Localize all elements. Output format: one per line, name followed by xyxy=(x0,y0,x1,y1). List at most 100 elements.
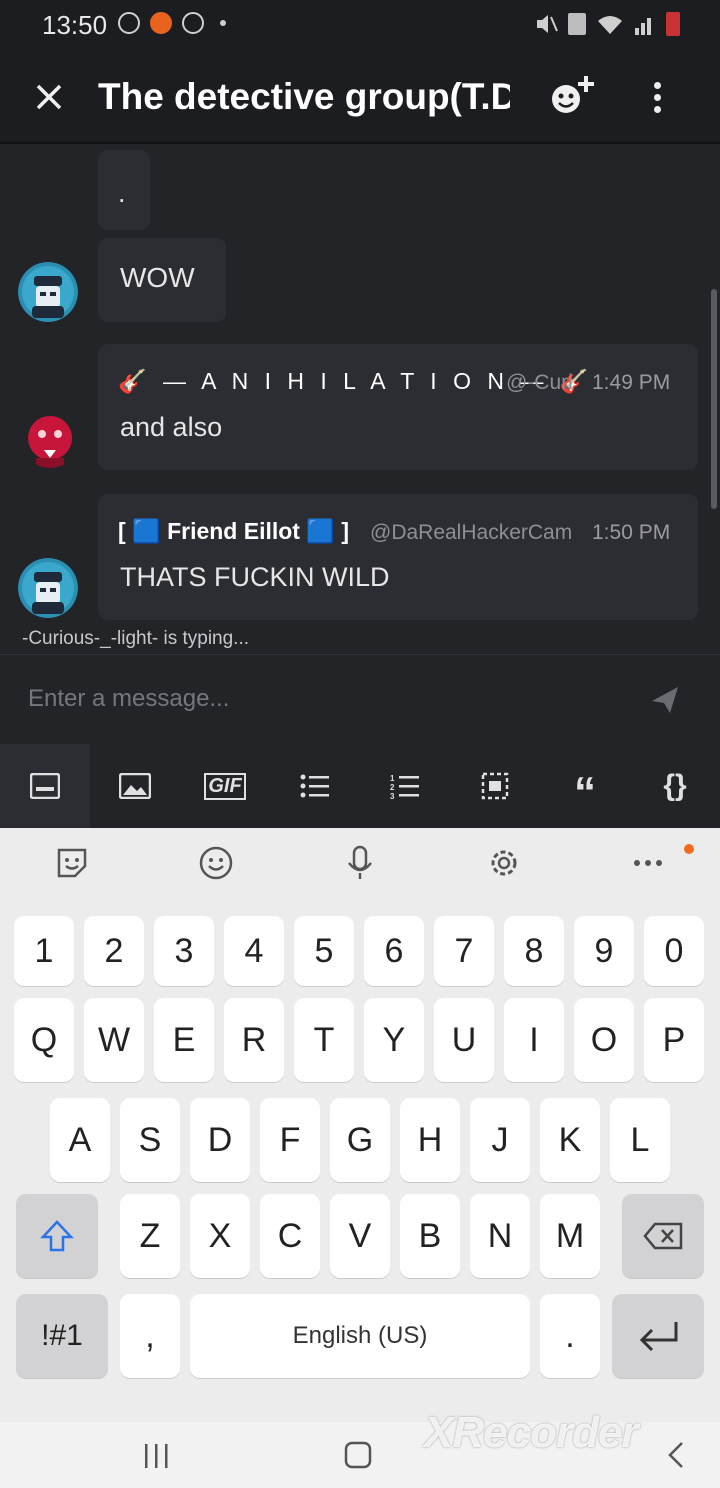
key-v[interactable]: V xyxy=(330,1194,390,1278)
key-4[interactable]: 4 xyxy=(224,916,284,986)
period-key[interactable]: . xyxy=(540,1294,600,1378)
more-dot-icon xyxy=(653,82,661,89)
keyboard-emoji-button[interactable] xyxy=(144,828,288,898)
message-bubble[interactable]: 🎸 — A N I H I L A T I O N — 🎸 @-Curi 1:4… xyxy=(98,344,698,470)
close-button[interactable] xyxy=(32,76,66,116)
svg-text:3: 3 xyxy=(390,792,395,799)
key-g[interactable]: G xyxy=(330,1098,390,1182)
message-text: and also xyxy=(120,412,223,442)
gear-icon xyxy=(491,850,517,876)
key-x[interactable]: X xyxy=(190,1194,250,1278)
key-n[interactable]: N xyxy=(470,1194,530,1278)
key-d[interactable]: D xyxy=(190,1098,250,1182)
key-h[interactable]: H xyxy=(400,1098,460,1182)
message-text: WOW xyxy=(120,262,195,293)
toolbar-quote-button[interactable]: “ xyxy=(540,744,630,828)
avatar[interactable] xyxy=(22,412,78,468)
formatting-toolbar: GIF 123 “ {} xyxy=(0,744,720,828)
quote-icon: “ xyxy=(574,768,596,817)
key-0[interactable]: 0 xyxy=(644,916,704,986)
key-i[interactable]: I xyxy=(504,998,564,1082)
sync-icon xyxy=(118,12,140,34)
keyboard-toolbar xyxy=(0,828,720,898)
key-2[interactable]: 2 xyxy=(84,916,144,986)
key-f[interactable]: F xyxy=(260,1098,320,1182)
home-icon[interactable] xyxy=(343,1440,373,1470)
keyboard-settings-button[interactable] xyxy=(432,828,576,898)
key-t[interactable]: T xyxy=(294,998,354,1082)
message-bubble[interactable]: WOW xyxy=(98,238,226,322)
key-8[interactable]: 8 xyxy=(504,916,564,986)
toolbar-code-button[interactable]: {} xyxy=(630,744,720,828)
key-1[interactable]: 1 xyxy=(14,916,74,986)
key-q[interactable]: Q xyxy=(14,998,74,1082)
more-horizontal-icon xyxy=(634,860,662,866)
numbered-list-icon: 123 xyxy=(390,774,419,799)
message-input[interactable]: Enter a message... xyxy=(28,682,628,716)
recorder-watermark: XRecorder xyxy=(424,1408,639,1457)
key-5[interactable]: 5 xyxy=(294,916,354,986)
avatar-red-monster-icon xyxy=(22,412,78,468)
typing-indicator: -Curious-_-light- is typing... xyxy=(22,628,250,649)
avatar[interactable] xyxy=(18,262,78,322)
key-c[interactable]: C xyxy=(260,1194,320,1278)
message-handle: @DaRealHackerCam xyxy=(370,521,573,544)
scrollbar[interactable] xyxy=(711,289,717,509)
toolbar-image-button[interactable] xyxy=(90,744,180,828)
notification-badge xyxy=(684,844,694,854)
more-options-button[interactable] xyxy=(642,78,672,118)
back-icon[interactable] xyxy=(666,1440,686,1470)
key-j[interactable]: J xyxy=(470,1098,530,1182)
image-icon xyxy=(119,773,151,799)
key-e[interactable]: E xyxy=(154,998,214,1082)
symbols-key[interactable]: !#1 xyxy=(16,1294,108,1378)
key-l[interactable]: L xyxy=(610,1098,670,1182)
key-b[interactable]: B xyxy=(400,1194,460,1278)
send-button[interactable] xyxy=(648,683,682,717)
key-s[interactable]: S xyxy=(120,1098,180,1182)
code-icon: {} xyxy=(663,769,687,802)
toolbar-gif-button[interactable]: GIF xyxy=(180,744,270,828)
enter-icon xyxy=(639,1322,678,1352)
message-bubble[interactable]: . xyxy=(98,150,150,230)
shift-key[interactable] xyxy=(16,1194,98,1278)
add-member-button[interactable] xyxy=(548,72,602,122)
key-3[interactable]: 3 xyxy=(154,916,214,986)
key-a[interactable]: A xyxy=(50,1098,110,1182)
comma-key[interactable]: , xyxy=(120,1294,180,1378)
toolbar-spoiler-button[interactable] xyxy=(450,744,540,828)
toolbar-bullet-list-button[interactable] xyxy=(270,744,360,828)
keyboard-sticker-button[interactable] xyxy=(0,828,144,898)
message-text: THATS FUCKIN WILD xyxy=(120,562,390,592)
message-list[interactable]: . WOW 🎸 — A N I H I L A T I O N — 🎸 @-Cu… xyxy=(0,144,720,654)
key-w[interactable]: W xyxy=(84,998,144,1082)
key-k[interactable]: K xyxy=(540,1098,600,1182)
backspace-key[interactable] xyxy=(622,1194,704,1278)
key-p[interactable]: P xyxy=(644,998,704,1082)
key-o[interactable]: O xyxy=(574,998,634,1082)
key-m[interactable]: M xyxy=(540,1194,600,1278)
key-7[interactable]: 7 xyxy=(434,916,494,986)
close-icon xyxy=(36,84,62,110)
key-z[interactable]: Z xyxy=(120,1194,180,1278)
svg-text:1: 1 xyxy=(390,774,395,783)
key-6[interactable]: 6 xyxy=(364,916,424,986)
chat-header: The detective group(T.D xyxy=(0,52,720,144)
message-timestamp: 1:49 PM xyxy=(592,371,671,394)
toolbar-sticker-button[interactable] xyxy=(0,744,90,828)
message-timestamp: 1:50 PM xyxy=(592,521,671,544)
key-u[interactable]: U xyxy=(434,998,494,1082)
message-bubble[interactable]: [ 🟦 Friend Eillot 🟦 ] @DaRealHackerCam 1… xyxy=(98,494,698,620)
enter-key[interactable] xyxy=(612,1294,704,1378)
space-key[interactable]: English (US) xyxy=(190,1294,530,1378)
key-y[interactable]: Y xyxy=(364,998,424,1082)
keyboard: 1 2 3 4 5 6 7 8 9 0 Q W E R T Y U I O P … xyxy=(0,828,720,1422)
avatar[interactable] xyxy=(18,558,78,618)
recent-apps-icon[interactable] xyxy=(142,1442,172,1470)
toolbar-numbered-list-button[interactable]: 123 xyxy=(360,744,450,828)
keyboard-voice-button[interactable] xyxy=(288,828,432,898)
key-9[interactable]: 9 xyxy=(574,916,634,986)
key-r[interactable]: R xyxy=(224,998,284,1082)
sticker-icon xyxy=(57,848,87,878)
keyboard-more-button[interactable] xyxy=(576,828,720,898)
